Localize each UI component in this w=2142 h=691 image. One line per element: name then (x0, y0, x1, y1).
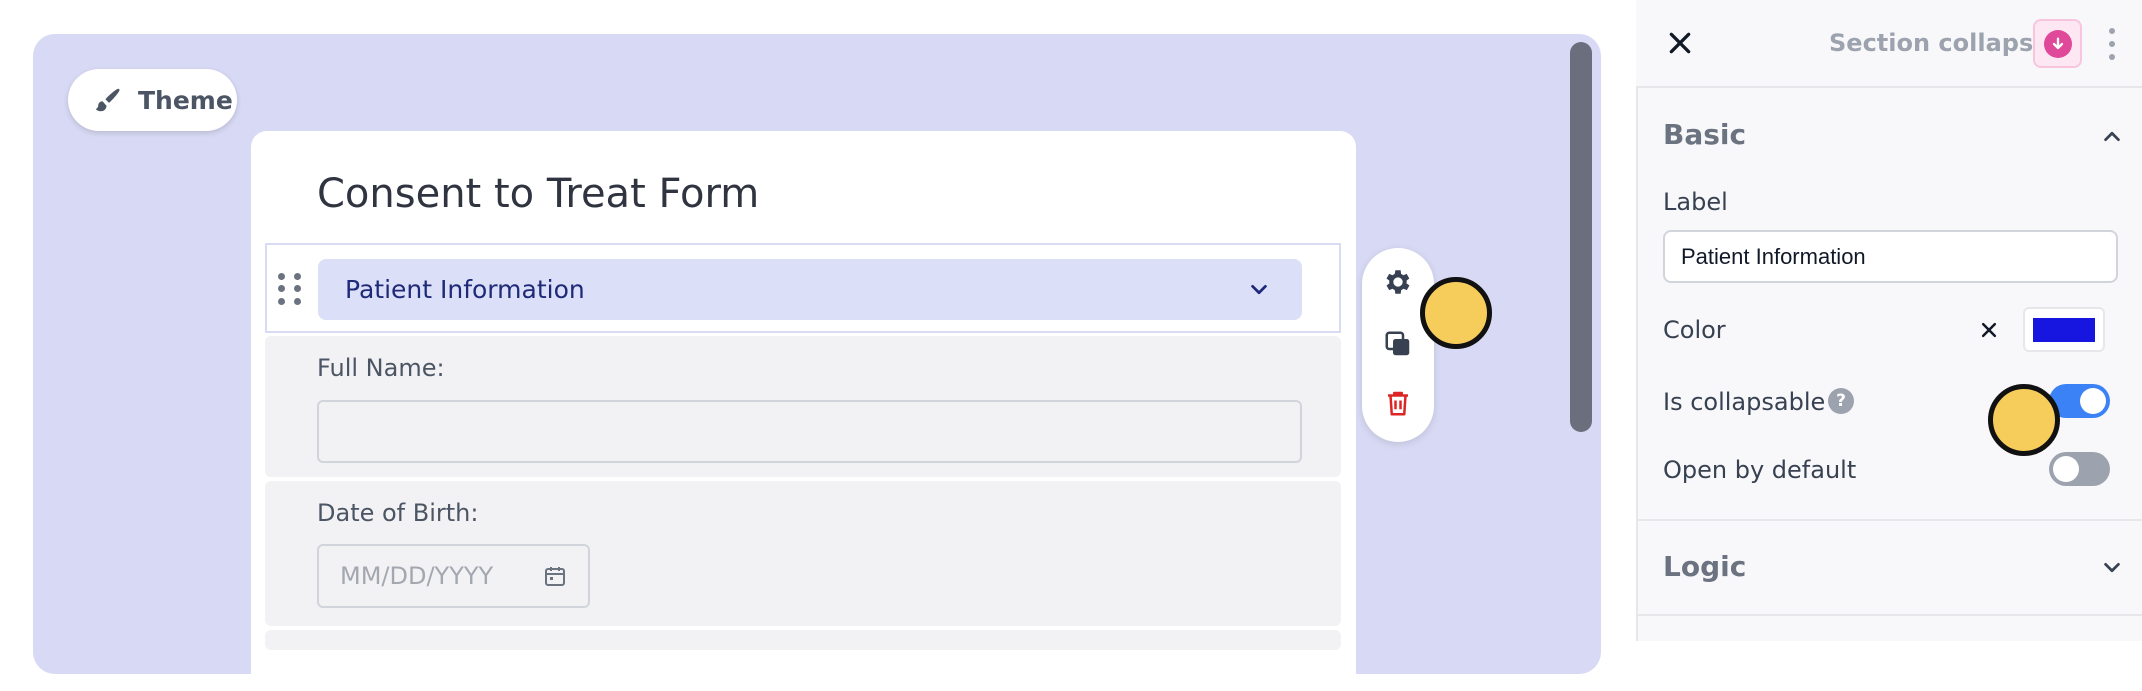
full-name-input[interactable] (317, 400, 1302, 463)
panel-title: Section collapse (1829, 29, 2050, 57)
more-options-icon[interactable] (2102, 26, 2122, 62)
date-of-birth-label: Date of Birth: (317, 499, 479, 527)
field-block-next (265, 630, 1341, 650)
chevron-down-icon[interactable] (2098, 554, 2126, 582)
section-type-badge (2033, 19, 2082, 68)
label-caption: Label (1663, 188, 1728, 216)
paintbrush-icon (90, 83, 124, 117)
section-divider (1636, 614, 2142, 616)
arrow-down-circle-icon (2043, 29, 2072, 58)
theme-button[interactable]: Theme (68, 69, 237, 131)
collapsable-caption: Is collapsable (1663, 388, 1826, 416)
section-divider (1636, 519, 2142, 521)
label-input[interactable] (1663, 230, 2118, 283)
canvas-scrollbar[interactable] (1570, 42, 1592, 432)
click-indicator (1420, 277, 1492, 349)
color-caption: Color (1663, 316, 1726, 344)
section-header-label: Patient Information (345, 275, 585, 304)
calendar-icon[interactable] (542, 563, 568, 589)
basic-section-title[interactable]: Basic (1663, 118, 1746, 151)
trash-icon[interactable] (1380, 385, 1416, 421)
help-icon[interactable]: ? (1828, 388, 1854, 414)
open-by-default-caption: Open by default (1663, 456, 1857, 484)
copy-icon[interactable] (1380, 326, 1416, 362)
chevron-up-icon[interactable] (2098, 122, 2126, 150)
date-of-birth-input[interactable] (338, 561, 542, 591)
date-of-birth-field[interactable] (317, 544, 590, 608)
full-name-label: Full Name: (317, 354, 445, 382)
logic-section-title[interactable]: Logic (1663, 550, 1746, 583)
gear-icon[interactable] (1380, 264, 1416, 300)
color-picker-swatch[interactable] (2023, 307, 2105, 352)
click-indicator (1988, 384, 2060, 456)
drag-handle-icon[interactable] (278, 273, 302, 305)
close-icon[interactable] (1663, 26, 1697, 60)
clear-color-icon[interactable] (1975, 316, 2003, 344)
form-title: Consent to Treat Form (317, 171, 760, 217)
chevron-down-icon[interactable] (1246, 277, 1272, 303)
color-swatch-fill (2033, 317, 2095, 342)
section-header[interactable]: Patient Information (318, 259, 1302, 320)
open-by-default-toggle[interactable] (2049, 452, 2110, 486)
theme-button-label: Theme (138, 85, 233, 115)
